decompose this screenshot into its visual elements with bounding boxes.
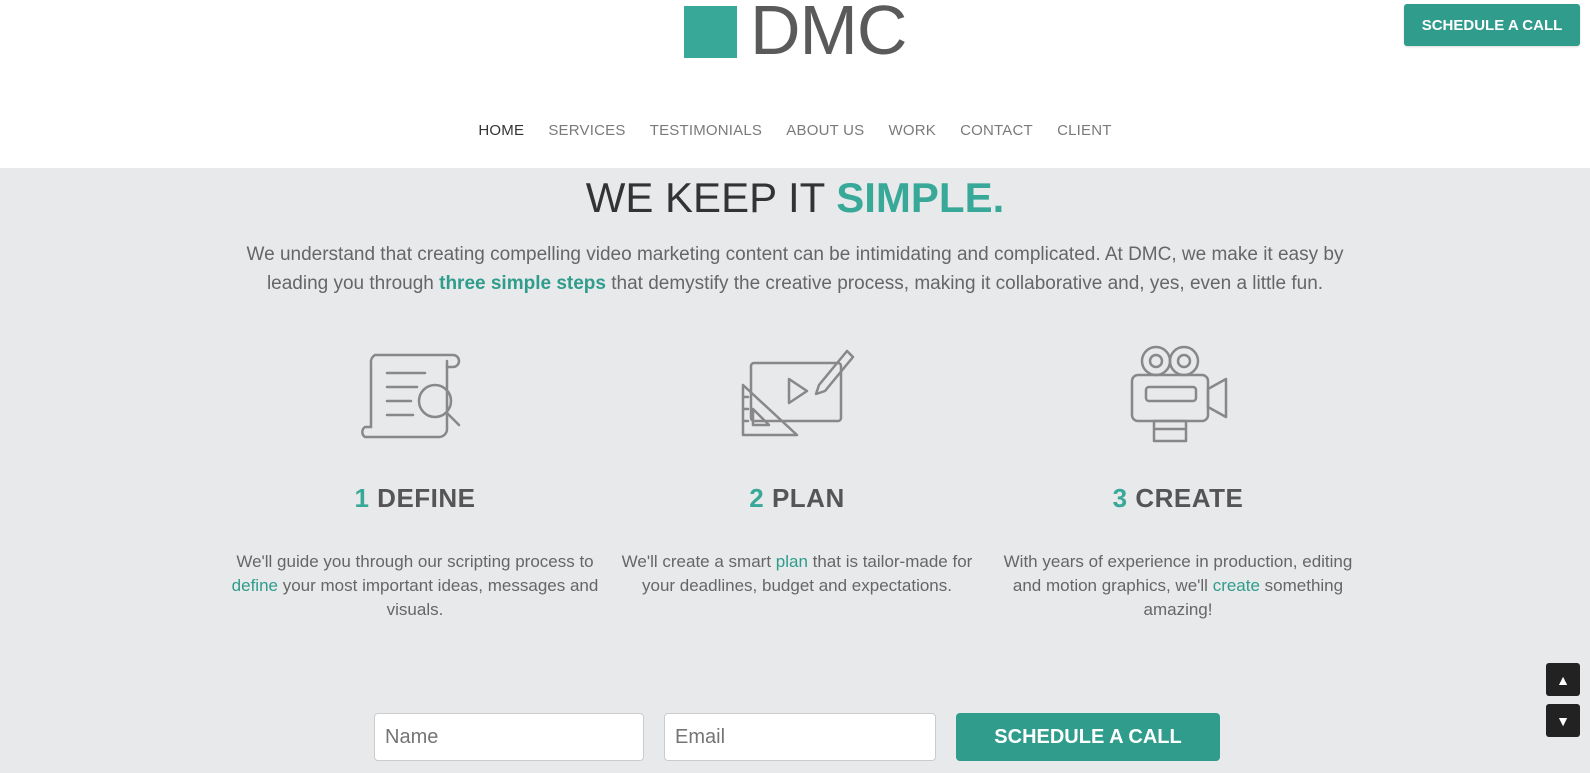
nav-contact[interactable]: CONTACT: [960, 122, 1033, 139]
step-number: 3: [1112, 483, 1128, 513]
step-create: 3 CREATE With years of experience in pro…: [993, 345, 1363, 622]
step-title: 2 PLAN: [612, 483, 982, 514]
desc-text-before: We'll create a smart: [621, 552, 776, 571]
step-number: 2: [749, 483, 765, 513]
logo-square: [684, 6, 737, 58]
logo-text: DMC: [750, 0, 907, 69]
desc-text-after: your most important ideas, messages and …: [278, 576, 599, 619]
nav-testimonials[interactable]: TESTIMONIALS: [650, 122, 762, 139]
nav-services[interactable]: SERVICES: [548, 122, 625, 139]
desc-text-before: We'll guide you through our scripting pr…: [236, 552, 594, 571]
headline-accent: SIMPLE.: [836, 174, 1005, 221]
schedule-form: SCHEDULE A CALL: [0, 713, 1590, 773]
arrow-down-icon: ▼: [1556, 712, 1570, 729]
scroll-down-button[interactable]: ▼: [1546, 704, 1580, 737]
step-description: With years of experience in production, …: [993, 550, 1363, 622]
script-magnifier-icon: [355, 345, 475, 445]
step-description: We'll create a smart plan that is tailor…: [612, 550, 982, 598]
site-header: DMC SCHEDULE A CALL HOME SERVICES TESTIM…: [0, 0, 1590, 168]
scroll-up-button[interactable]: ▲: [1546, 663, 1580, 696]
intro-text-after: that demystify the creative process, mak…: [605, 273, 1324, 294]
desc-accent: create: [1212, 576, 1260, 595]
step-description: We'll guide you through our scripting pr…: [230, 550, 600, 622]
storyboard-pencil-icon: [737, 345, 857, 445]
schedule-call-header-button[interactable]: SCHEDULE A CALL: [1404, 4, 1580, 46]
film-camera-icon: [1118, 345, 1238, 445]
step-title: 1 DEFINE: [230, 483, 600, 514]
nav-work[interactable]: WORK: [888, 122, 935, 139]
hero-headline: WE KEEP IT SIMPLE.: [0, 172, 1590, 224]
nav-home[interactable]: HOME: [478, 122, 524, 139]
main-nav: HOME SERVICES TESTIMONIALS ABOUT US WORK…: [0, 122, 1590, 139]
step-number: 1: [354, 483, 370, 513]
arrow-up-icon: ▲: [1556, 671, 1570, 688]
desc-accent: define: [231, 576, 278, 595]
desc-accent: plan: [775, 552, 808, 571]
step-name: PLAN: [771, 483, 845, 513]
step-name: CREATE: [1135, 483, 1244, 513]
hero-intro: We understand that creating compelling v…: [240, 240, 1350, 298]
step-title: 3 CREATE: [993, 483, 1363, 514]
headline-plain: WE KEEP IT: [585, 174, 837, 221]
nav-client[interactable]: CLIENT: [1057, 122, 1112, 139]
dmc-logo[interactable]: DMC: [684, 0, 914, 68]
nav-about-us[interactable]: ABOUT US: [786, 122, 864, 139]
intro-accent: three simple steps: [439, 273, 606, 294]
step-plan: 2 PLAN We'll create a smart plan that is…: [612, 345, 982, 598]
step-define: 1 DEFINE We'll guide you through our scr…: [230, 345, 600, 622]
step-name: DEFINE: [377, 483, 476, 513]
